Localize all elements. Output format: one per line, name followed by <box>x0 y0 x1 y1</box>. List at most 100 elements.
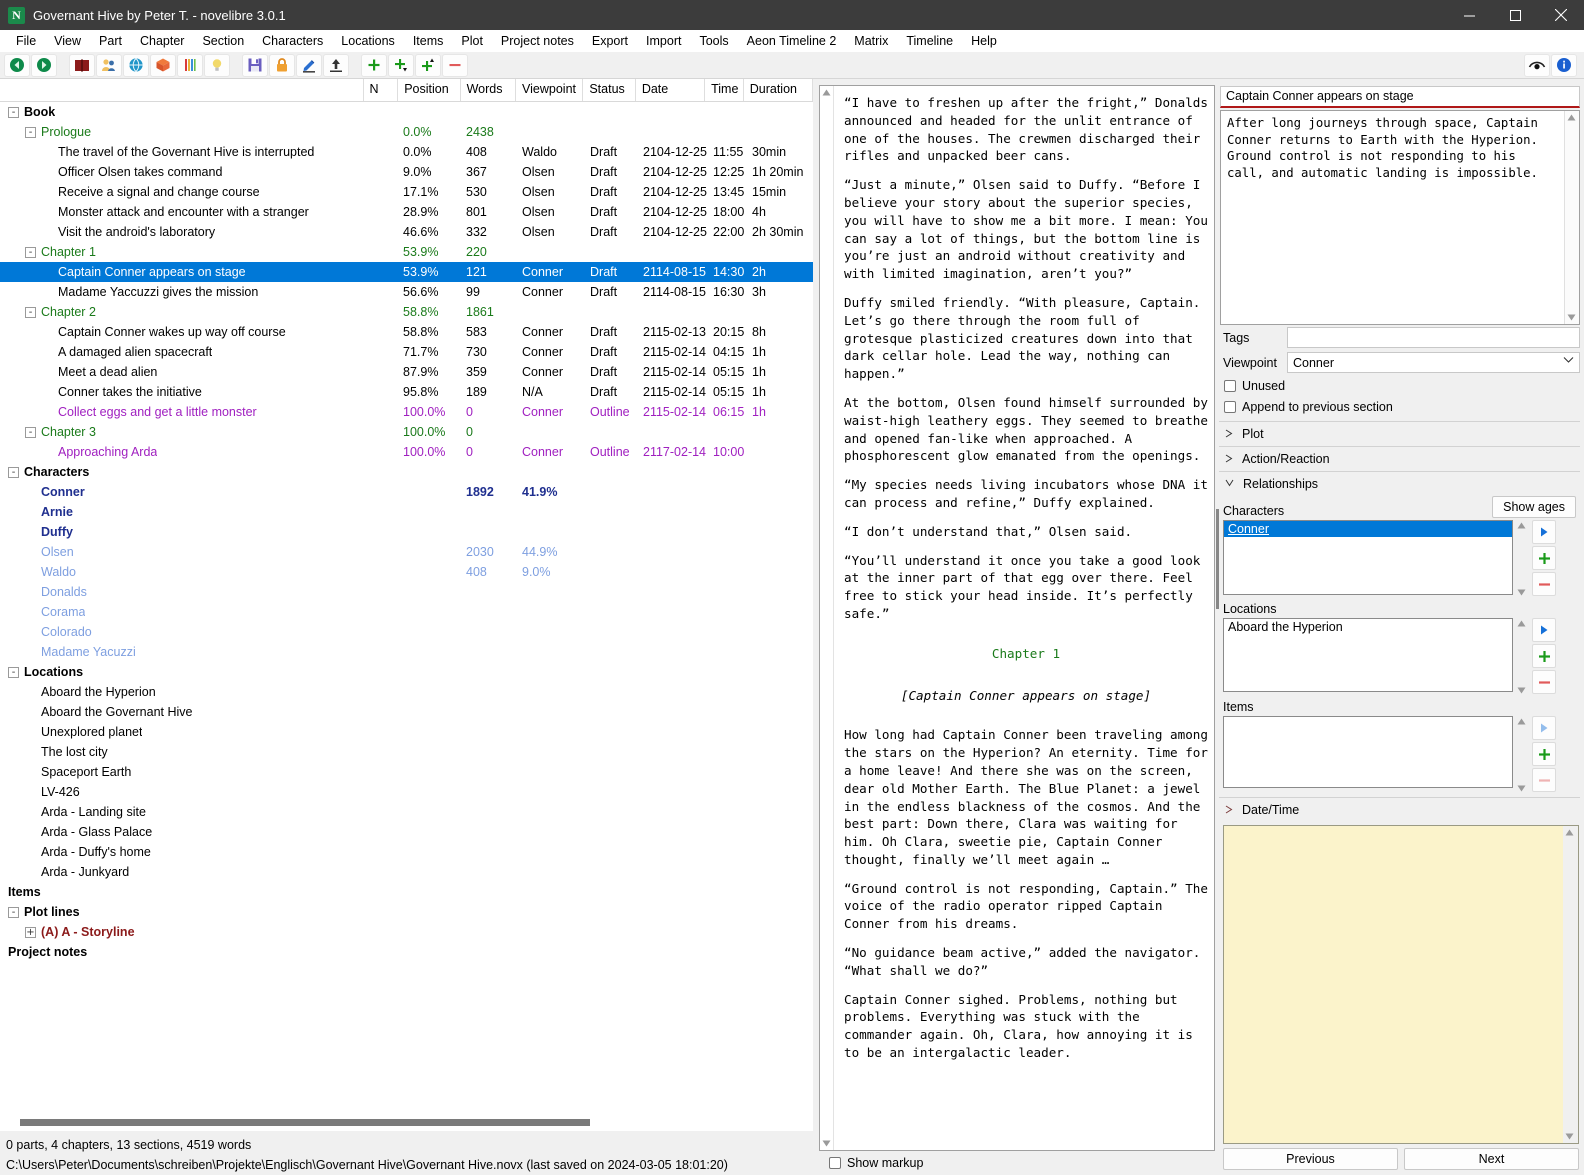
menu-item-plot[interactable]: Plot <box>452 32 492 50</box>
table-row[interactable]: Waldo4089.0% <box>0 562 813 582</box>
table-row[interactable]: Corama <box>0 602 813 622</box>
open-item-button[interactable] <box>1532 716 1556 740</box>
tree-header-time[interactable]: Time <box>705 79 744 101</box>
viewpoint-select[interactable]: Conner <box>1287 352 1580 373</box>
remove-location-button[interactable] <box>1532 670 1556 694</box>
book-button[interactable] <box>69 54 95 77</box>
notes-scrollbar[interactable] <box>1563 826 1578 1143</box>
maximize-button[interactable] <box>1492 0 1538 30</box>
close-button[interactable] <box>1538 0 1584 30</box>
table-row[interactable]: Meet a dead alien87.9%359ConnerDraft2115… <box>0 362 813 382</box>
go-forward-button[interactable] <box>31 54 57 77</box>
info-button[interactable] <box>1551 54 1577 77</box>
items-listbox[interactable] <box>1223 716 1513 788</box>
add-parent-button[interactable] <box>415 54 441 77</box>
save-button[interactable] <box>242 54 268 77</box>
menu-item-help[interactable]: Help <box>962 32 1006 50</box>
table-row[interactable]: -Chapter 153.9%220 <box>0 242 813 262</box>
table-row[interactable]: Donalds <box>0 582 813 602</box>
collapse-icon[interactable]: - <box>8 467 19 478</box>
toggle-viewer-button[interactable] <box>1524 54 1550 77</box>
table-row[interactable]: Visit the android's laboratory46.6%332Ol… <box>0 222 813 242</box>
manuscript-text[interactable]: “I have to freshen up after the fright,”… <box>834 86 1214 1150</box>
table-row[interactable]: LV-426 <box>0 782 813 802</box>
locations-list-scrollbar[interactable] <box>1513 618 1529 696</box>
collapse-icon[interactable]: - <box>8 107 19 118</box>
menu-item-timeline[interactable]: Timeline <box>897 32 962 50</box>
table-row[interactable]: Colorado <box>0 622 813 642</box>
add-child-button[interactable] <box>388 54 414 77</box>
description-text[interactable]: After long journeys through space, Capta… <box>1221 111 1564 324</box>
tree-header-status[interactable]: Status <box>583 79 635 101</box>
menu-item-file[interactable]: File <box>7 32 45 50</box>
menu-item-aeon-timeline-2[interactable]: Aeon Timeline 2 <box>738 32 846 50</box>
table-row[interactable]: -Prologue0.0%2438 <box>0 122 813 142</box>
append-to-previous-checkbox[interactable] <box>1224 401 1236 413</box>
table-row[interactable]: Approaching Arda100.0%0ConnerOutline2117… <box>0 442 813 462</box>
table-row[interactable]: Arda - Glass Palace <box>0 822 813 842</box>
show-markup-row[interactable]: Show markup <box>819 1151 1215 1175</box>
manuscript-text-box[interactable]: “I have to freshen up after the fright,”… <box>819 85 1215 1151</box>
table-row[interactable]: Olsen203044.9% <box>0 542 813 562</box>
plot-lines-button[interactable] <box>177 54 203 77</box>
menu-item-view[interactable]: View <box>45 32 90 50</box>
add-location-button[interactable] <box>1532 644 1556 668</box>
expand-icon[interactable]: + <box>25 927 36 938</box>
collapse-icon[interactable]: - <box>25 307 36 318</box>
table-row[interactable]: Arnie <box>0 502 813 522</box>
table-row[interactable]: Duffy <box>0 522 813 542</box>
collapse-icon[interactable]: - <box>25 247 36 258</box>
table-row[interactable]: Conner189241.9% <box>0 482 813 502</box>
table-row[interactable]: Receive a signal and change course17.1%5… <box>0 182 813 202</box>
characters-list-scrollbar[interactable] <box>1513 520 1529 598</box>
menu-item-section[interactable]: Section <box>193 32 253 50</box>
table-row[interactable]: Items <box>0 882 813 902</box>
menu-item-tools[interactable]: Tools <box>690 32 737 50</box>
add-character-button[interactable] <box>1532 546 1556 570</box>
table-row[interactable]: Monster attack and encounter with a stra… <box>0 202 813 222</box>
datetime-section-toggle[interactable]: Date/Time <box>1219 797 1580 822</box>
table-row[interactable]: Project notes <box>0 942 813 962</box>
scroll-down-icon[interactable] <box>820 1137 833 1150</box>
table-row[interactable]: Aboard the Governant Hive <box>0 702 813 722</box>
plot-section-toggle[interactable]: Plot <box>1219 421 1580 446</box>
tree-horizontal-scrollbar[interactable] <box>0 1115 813 1131</box>
desc-scroll-down-icon[interactable] <box>1565 311 1578 324</box>
table-row[interactable]: Madame Yacuzzi <box>0 642 813 662</box>
table-row[interactable]: Aboard the Hyperion <box>0 682 813 702</box>
menu-item-locations[interactable]: Locations <box>332 32 404 50</box>
manuscript-edit-button[interactable] <box>296 54 322 77</box>
remove-character-button[interactable] <box>1532 572 1556 596</box>
collapse-icon[interactable]: - <box>25 127 36 138</box>
tree-header-duration[interactable]: Duration <box>744 79 813 101</box>
collapse-icon[interactable]: - <box>8 907 19 918</box>
scroll-up-icon[interactable] <box>1563 826 1576 839</box>
open-location-button[interactable] <box>1532 618 1556 642</box>
tree-header-position[interactable]: Position <box>398 79 460 101</box>
collapse-icon[interactable]: - <box>25 427 36 438</box>
open-character-button[interactable] <box>1532 520 1556 544</box>
append-row[interactable]: Append to previous section <box>1219 396 1580 417</box>
scroll-down-icon[interactable] <box>1563 1130 1576 1143</box>
notes-box[interactable] <box>1223 825 1579 1144</box>
menu-item-items[interactable]: Items <box>404 32 453 50</box>
pane-splitter[interactable] <box>1216 509 1219 609</box>
menu-item-export[interactable]: Export <box>583 32 637 50</box>
list-item[interactable]: Aboard the Hyperion <box>1224 619 1512 635</box>
characters-button[interactable] <box>96 54 122 77</box>
remove-item-button[interactable] <box>1532 768 1556 792</box>
desc-scroll-up-icon[interactable] <box>1565 111 1578 124</box>
action-reaction-section-toggle[interactable]: Action/Reaction <box>1219 446 1580 471</box>
table-row[interactable]: Spaceport Earth <box>0 762 813 782</box>
table-row[interactable]: -Locations <box>0 662 813 682</box>
unused-row[interactable]: Unused <box>1219 375 1580 396</box>
collapse-icon[interactable]: - <box>8 667 19 678</box>
table-row[interactable]: Collect eggs and get a little monster100… <box>0 402 813 422</box>
scrollbar-thumb[interactable] <box>20 1119 590 1126</box>
add-button[interactable] <box>361 54 387 77</box>
table-row[interactable]: Arda - Landing site <box>0 802 813 822</box>
locations-button[interactable] <box>123 54 149 77</box>
scroll-up-icon[interactable] <box>820 86 833 99</box>
table-row[interactable]: Arda - Duffy's home <box>0 842 813 862</box>
tree-header-date[interactable]: Date <box>636 79 705 101</box>
